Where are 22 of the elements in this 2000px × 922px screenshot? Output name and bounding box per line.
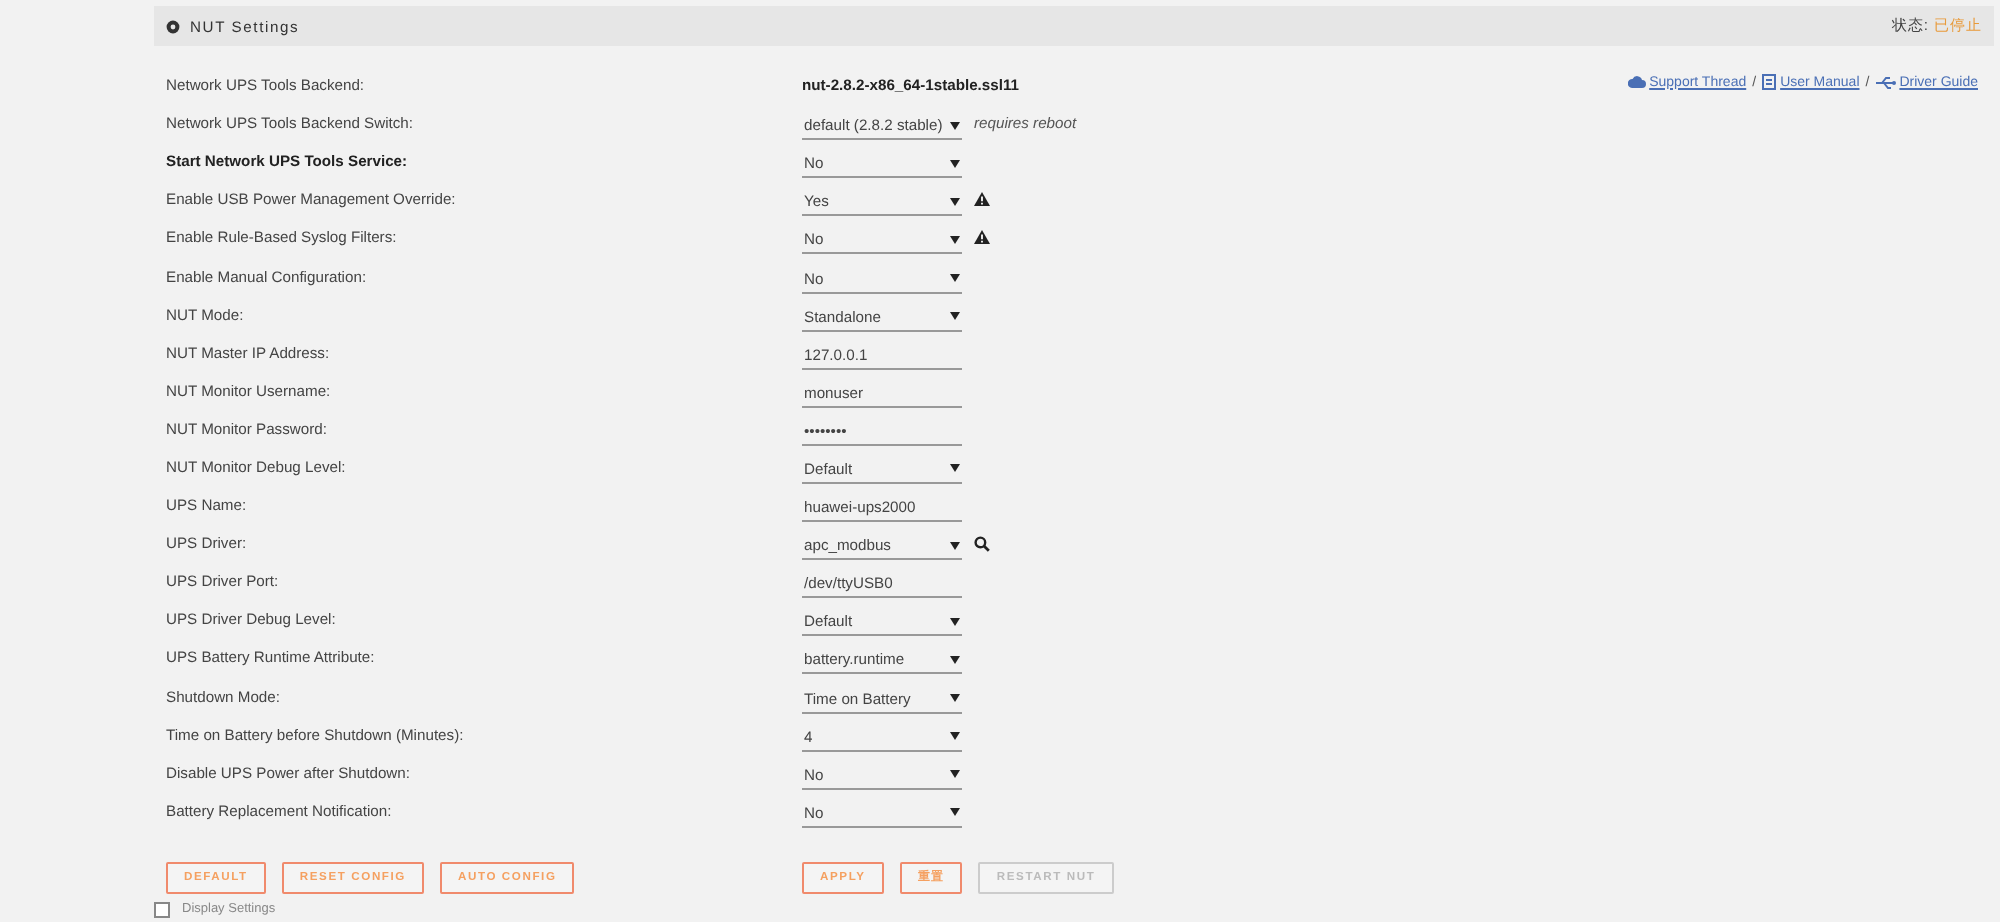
gear-icon	[166, 19, 180, 33]
caret-icon	[950, 121, 960, 130]
caret-icon	[950, 808, 960, 817]
caret-icon	[950, 274, 960, 283]
caret-icon	[950, 617, 960, 626]
caret-icon	[950, 655, 960, 664]
checkbox[interactable]	[154, 901, 170, 918]
document-icon	[1762, 74, 1777, 90]
caret-icon	[950, 235, 960, 244]
caret-icon	[950, 541, 960, 550]
caret-icon	[950, 770, 960, 779]
caret-icon	[950, 464, 960, 473]
cloud-icon	[1627, 74, 1646, 90]
warning-icon	[974, 230, 990, 245]
caret-icon	[950, 159, 960, 168]
usb-icon	[1875, 75, 1896, 89]
warning-icon	[974, 192, 990, 207]
caret-icon	[950, 732, 960, 741]
caret-icon	[950, 312, 960, 321]
caret-icon	[950, 694, 960, 703]
caret-icon	[950, 197, 960, 206]
search-icon[interactable]	[974, 535, 990, 552]
